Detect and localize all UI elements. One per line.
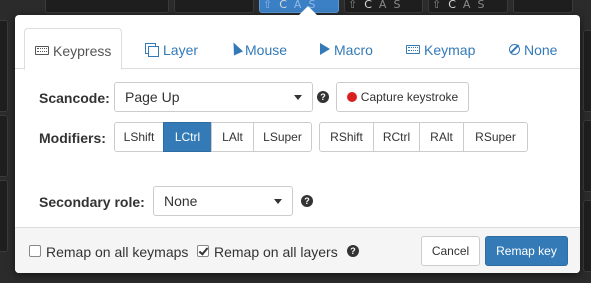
keyboard-key[interactable] (583, 120, 591, 192)
tab-keypress[interactable]: Keypress (24, 28, 123, 70)
modifier-lshift-button[interactable]: LShift (114, 122, 164, 152)
tab-label: Macro (334, 42, 373, 59)
modifier-rctrl-button[interactable]: RCtrl (373, 122, 420, 152)
modifier-lsuper-button[interactable]: LSuper (253, 122, 312, 152)
modifier-rshift-button[interactable]: RShift (319, 122, 374, 152)
keyboard-key[interactable]: ⇧CAS (344, 0, 423, 13)
tab-none[interactable]: None (499, 28, 567, 70)
popover-footer: Remap on all keymaps Remap on all layers… (15, 227, 580, 273)
tab-label: None (524, 42, 558, 59)
scancode-label: Scancode: (39, 90, 110, 106)
secondary-role-value: None (164, 193, 198, 209)
record-icon (346, 91, 357, 102)
modifier-rsuper-button[interactable]: RSuper (463, 122, 528, 152)
chevron-down-icon (294, 95, 302, 100)
keyboard-key[interactable] (45, 0, 169, 13)
keyboard-icon (35, 45, 49, 55)
remap-key-button[interactable]: Remap key (485, 236, 568, 266)
tab-layer[interactable]: Layer (135, 28, 208, 70)
remap-all-keymaps-label[interactable]: Remap on all keymaps (46, 244, 188, 260)
tab-label: Keypress (53, 43, 112, 60)
keyboard-key[interactable] (0, 180, 8, 252)
keyboard-key[interactable] (583, 30, 591, 112)
key-modifier-indicators: ⇧CAS (432, 0, 492, 11)
secondary-role-label: Secondary role: (39, 194, 145, 210)
keyboard-icon (406, 44, 420, 54)
remap-key-popover: Keypress Layer Mouse Macro Keymap None S… (15, 6, 580, 273)
chevron-down-icon (274, 199, 282, 204)
cancel-button[interactable]: Cancel (421, 236, 480, 266)
tab-mouse[interactable]: Mouse (221, 28, 297, 70)
modifier-ralt-button[interactable]: RAlt (419, 122, 464, 152)
remap-help-icon[interactable]: ? (347, 245, 359, 257)
keyboard-key[interactable] (513, 0, 573, 13)
remap-all-layers-label[interactable]: Remap on all layers (214, 244, 338, 260)
secondary-role-select[interactable]: None (153, 186, 293, 216)
remap-all-keymaps-checkbox[interactable] (29, 245, 41, 257)
scancode-help-icon[interactable]: ? (317, 91, 329, 103)
modifier-lctrl-button[interactable]: LCtrl (163, 122, 212, 152)
keyboard-key[interactable] (583, 200, 591, 272)
scancode-value: Page Up (125, 89, 180, 105)
modifiers-label: Modifiers: (39, 130, 106, 146)
remap-all-layers-checkbox[interactable] (197, 245, 209, 257)
play-icon (320, 43, 330, 56)
tab-label: Keymap (424, 42, 476, 59)
tab-label: Layer (163, 42, 199, 59)
capture-keystroke-button[interactable]: Capture keystroke (336, 82, 469, 112)
keyboard-key[interactable] (174, 0, 254, 13)
tab-macro[interactable]: Macro (310, 28, 383, 70)
keyboard-key[interactable] (0, 115, 8, 177)
capture-keystroke-label: Capture keystroke (360, 90, 459, 104)
ban-icon (509, 43, 520, 55)
action-type-tabs: Keypress Layer Mouse Macro Keymap None (15, 15, 580, 70)
tab-keymap[interactable]: Keymap (396, 28, 485, 70)
keyboard-key[interactable] (0, 20, 8, 112)
key-modifier-indicators: ⇧CAS (348, 0, 408, 11)
left-modifiers-group: LShift LCtrl LAlt LSuper (114, 122, 312, 152)
modifier-lalt-button[interactable]: LAlt (211, 122, 254, 152)
mouse-pointer-icon (228, 40, 244, 56)
layers-icon (145, 42, 159, 57)
right-modifiers-group: RShift RCtrl RAlt RSuper (319, 122, 528, 152)
tab-label: Mouse (245, 42, 288, 59)
scancode-select[interactable]: Page Up (114, 82, 313, 112)
secondary-role-help-icon[interactable]: ? (301, 195, 313, 207)
keyboard-key[interactable]: ⇧CAS (428, 0, 508, 13)
